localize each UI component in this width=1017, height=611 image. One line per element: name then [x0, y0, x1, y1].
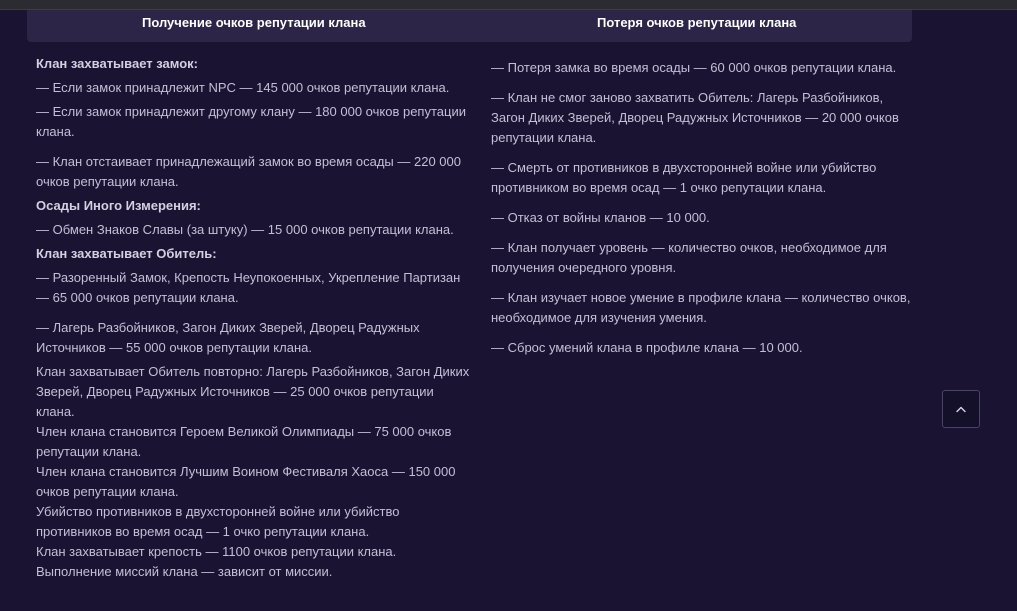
- table-header: Получение очков репутации клана Потеря о…: [27, 10, 912, 42]
- gain-plain-item: Член клана становится Лучшим Воином Фест…: [36, 464, 456, 499]
- loss-item: — Клан изучает новое умение в профиле кл…: [491, 290, 911, 325]
- gain-castle-item: — Клан отстаивает принадлежащий замок во…: [36, 154, 461, 189]
- content-page: Получение очков репутации клана Потеря о…: [0, 10, 1017, 611]
- loss-item: — Смерть от противников в двухсторонней …: [491, 160, 877, 195]
- gain-column: Клан захватывает замок: — Если замок при…: [36, 53, 476, 582]
- gain-dimension-heading: Осады Иного Измерения:: [36, 198, 201, 213]
- chevron-up-icon: [956, 406, 966, 413]
- gain-castle-item: — Если замок принадлежит другому клану —…: [36, 104, 466, 139]
- gain-plain-item: Член клана становится Героем Великой Оли…: [36, 424, 452, 459]
- gain-plain-item: Убийство противников в двухсторонней вой…: [36, 504, 400, 539]
- browser-top-strip: [0, 0, 1017, 10]
- header-loss: Потеря очков репутации клана: [597, 15, 797, 30]
- gain-abode-heading: Клан захватывает Обитель:: [36, 246, 217, 261]
- loss-column: — Потеря замка во время осады — 60 000 о…: [491, 58, 911, 368]
- gain-plain-item: Выполнение миссий клана — зависит от мис…: [36, 564, 333, 579]
- gain-castle-item: — Если замок принадлежит NPC — 145 000 о…: [36, 80, 450, 95]
- loss-item: — Клан не смог заново захватить Обитель:…: [491, 90, 899, 145]
- gain-castle-heading: Клан захватывает замок:: [36, 56, 198, 71]
- gain-abode-item: — Разоренный Замок, Крепость Неупокоенны…: [36, 270, 461, 305]
- gain-plain-item: Клан захватывает крепость — 1100 очков р…: [36, 544, 397, 559]
- gain-dimension-item: — Обмен Знаков Славы (за штуку) — 15 000…: [36, 222, 454, 237]
- loss-item: — Отказ от войны кланов — 10 000.: [491, 210, 710, 225]
- gain-plain-item: Клан захватывает Обитель повторно: Лагер…: [36, 364, 470, 419]
- gain-abode-item: — Лагерь Разбойников, Загон Диких Зверей…: [36, 320, 420, 355]
- loss-item: — Потеря замка во время осады — 60 000 о…: [491, 60, 897, 75]
- loss-item: — Сброс умений клана в профиле клана — 1…: [491, 340, 803, 355]
- scroll-to-top-button[interactable]: [942, 390, 980, 428]
- header-gain: Получение очков репутации клана: [142, 15, 366, 30]
- loss-item: — Клан получает уровень — количество очк…: [491, 240, 887, 275]
